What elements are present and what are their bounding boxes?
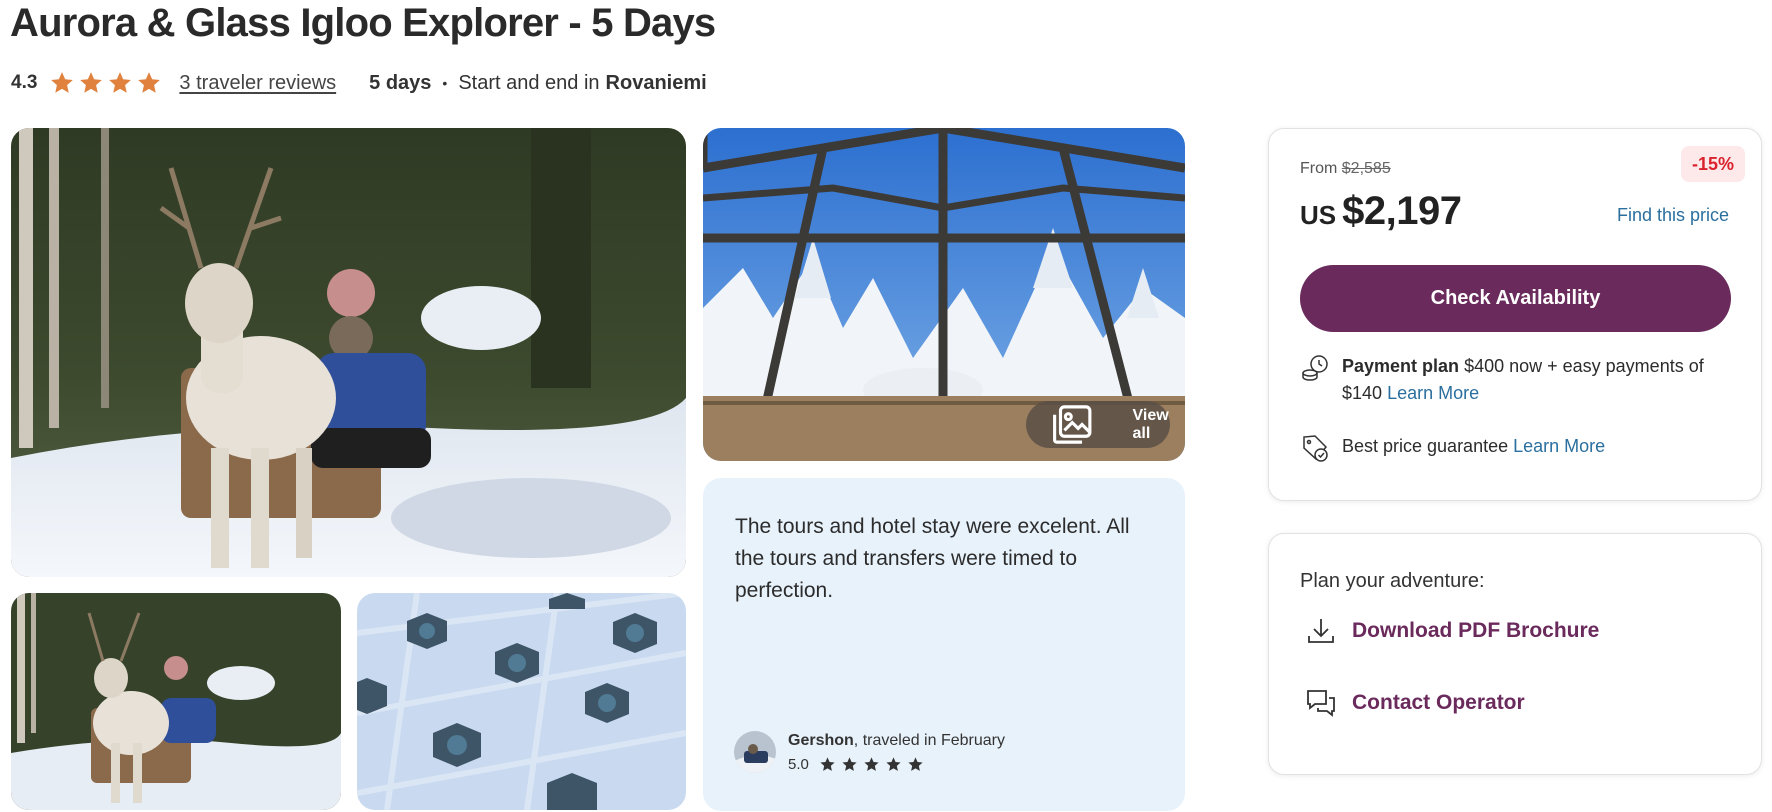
find-this-price-link[interactable]: Find this price xyxy=(1617,205,1729,226)
star-icon xyxy=(864,756,879,771)
star-icon xyxy=(908,756,923,771)
download-brochure-link[interactable]: Download PDF Brochure xyxy=(1304,614,1599,648)
separator-dot: • xyxy=(442,75,448,91)
star-icon xyxy=(138,72,161,93)
review-text: The tours and hotel stay were excelent. … xyxy=(735,515,1130,602)
reviewer-name: Gershon xyxy=(788,731,854,749)
view-all-label: View all xyxy=(1132,406,1169,442)
best-price-row: Best price guarantee Learn More xyxy=(1300,433,1605,463)
view-all-photos-button[interactable]: View all xyxy=(1026,401,1170,448)
plan-label: Plan your adventure: xyxy=(1300,570,1485,592)
best-price-learn-more-link[interactable]: Learn More xyxy=(1513,436,1605,456)
rating-value: 4.3 xyxy=(11,72,38,93)
star-icon xyxy=(842,756,857,771)
avatar xyxy=(734,731,776,773)
reviewer-travel-date: , traveled in February xyxy=(853,731,1005,749)
original-price: $2,585 xyxy=(1341,160,1391,177)
check-availability-button[interactable]: Check Availability xyxy=(1300,265,1731,332)
download-brochure-label: Download PDF Brochure xyxy=(1352,619,1600,642)
download-icon xyxy=(1308,619,1334,643)
discount-badge: -15% xyxy=(1681,146,1745,182)
tour-meta: 4.3 3 traveler reviews 5 days • Start an… xyxy=(11,70,707,96)
star-icon xyxy=(80,72,103,93)
payment-plan-title: Payment plan xyxy=(1342,356,1460,376)
contact-operator-link[interactable]: Contact Operator xyxy=(1304,686,1525,720)
coins-clock-icon xyxy=(1302,355,1328,381)
thumbnail-igloos-aerial[interactable] xyxy=(357,593,686,810)
star-icon xyxy=(51,72,74,93)
gallery-icon xyxy=(1053,405,1092,444)
price-card: From $2,585 -15% US $2,197 Find this pri… xyxy=(1268,128,1762,501)
page-title: Aurora & Glass Igloo Explorer - 5 Days xyxy=(10,1,716,45)
star-icon xyxy=(820,756,835,771)
start-end-city: Rovaniemi xyxy=(605,71,707,94)
traveler-reviews-link[interactable]: 3 traveler reviews xyxy=(179,72,336,95)
contact-operator-label: Contact Operator xyxy=(1352,691,1525,714)
payment-plan-row: Payment plan $400 now + easy payments of… xyxy=(1300,353,1740,407)
reviewer-info: Gershon, traveled in February 5.0 xyxy=(734,731,1005,773)
current-price: US $2,197 xyxy=(1300,189,1462,234)
main-photo-reindeer-sleigh[interactable] xyxy=(11,128,686,577)
plan-adventure-card: Plan your adventure: Download PDF Brochu… xyxy=(1268,533,1762,775)
payment-plan-learn-more-link[interactable]: Learn More xyxy=(1387,383,1479,403)
featured-review-card: The tours and hotel stay were excelent. … xyxy=(703,478,1185,811)
reviewer-rating: 5.0 xyxy=(788,756,1005,773)
thumbnail-reindeer[interactable] xyxy=(11,593,341,810)
chat-bubbles-icon xyxy=(1307,690,1335,717)
best-price-text: Best price guarantee xyxy=(1342,436,1509,456)
star-icon xyxy=(109,72,132,93)
reviewer-rating-value: 5.0 xyxy=(788,755,809,773)
currency-prefix: US xyxy=(1300,200,1337,230)
from-price-line: From $2,585 xyxy=(1300,160,1391,178)
price-tag-check-icon xyxy=(1303,435,1328,462)
from-label: From xyxy=(1300,160,1338,177)
rating-stars xyxy=(49,70,162,96)
duration: 5 days xyxy=(369,71,432,94)
price-amount: $2,197 xyxy=(1342,189,1462,233)
start-end-label: Start and end in xyxy=(458,71,600,94)
photo-glass-igloo-interior[interactable]: View all xyxy=(703,128,1185,461)
star-icon xyxy=(886,756,901,771)
